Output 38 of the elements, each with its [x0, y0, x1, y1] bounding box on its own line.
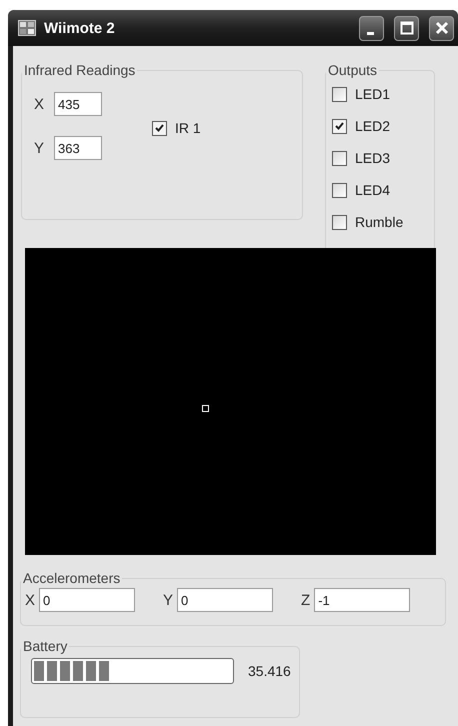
group-title: Infrared Readings [23, 62, 136, 78]
close-button[interactable] [429, 16, 454, 40]
checkbox-label[interactable]: Rumble [355, 214, 404, 230]
input-field[interactable]: 363 [54, 136, 102, 160]
battery-reading: 35.416 [248, 663, 291, 679]
checkbox-label[interactable]: LED3 [355, 150, 390, 166]
group-title: Accelerometers [22, 570, 122, 586]
field-label: Y [34, 140, 44, 156]
checkbox-label[interactable]: LED1 [355, 86, 390, 102]
checkbox[interactable] [152, 120, 168, 136]
checkbox[interactable] [332, 182, 347, 198]
input-field[interactable]: 435 [54, 92, 102, 116]
maximize-button[interactable] [394, 16, 419, 40]
checkbox[interactable] [332, 150, 347, 166]
window-title: Wiimote 2 [44, 20, 115, 36]
checkbox-label[interactable]: IR 1 [175, 120, 201, 136]
minimize-icon [366, 32, 374, 34]
field-label: X [25, 592, 36, 608]
group-title: Outputs [327, 62, 378, 78]
checkbox[interactable] [332, 118, 347, 134]
field-label: Z [301, 592, 310, 608]
checkbox[interactable] [332, 214, 347, 230]
checkbox-label[interactable]: LED2 [355, 118, 390, 134]
check-icon [155, 124, 164, 132]
input-field[interactable]: 0 [177, 588, 274, 612]
group-title: Battery [22, 638, 68, 654]
input-field[interactable]: -1 [314, 588, 410, 612]
ir-point-marker [202, 405, 209, 412]
minimize-button[interactable] [359, 16, 384, 40]
checkbox[interactable] [332, 86, 347, 102]
field-label: Y [163, 592, 174, 608]
checkbox-label[interactable]: LED4 [355, 182, 390, 198]
app-icon [18, 20, 36, 36]
field-label: X [34, 96, 44, 112]
input-field[interactable]: 0 [39, 588, 136, 612]
maximize-icon [400, 21, 414, 35]
check-icon [335, 122, 344, 130]
close-icon [434, 21, 448, 35]
